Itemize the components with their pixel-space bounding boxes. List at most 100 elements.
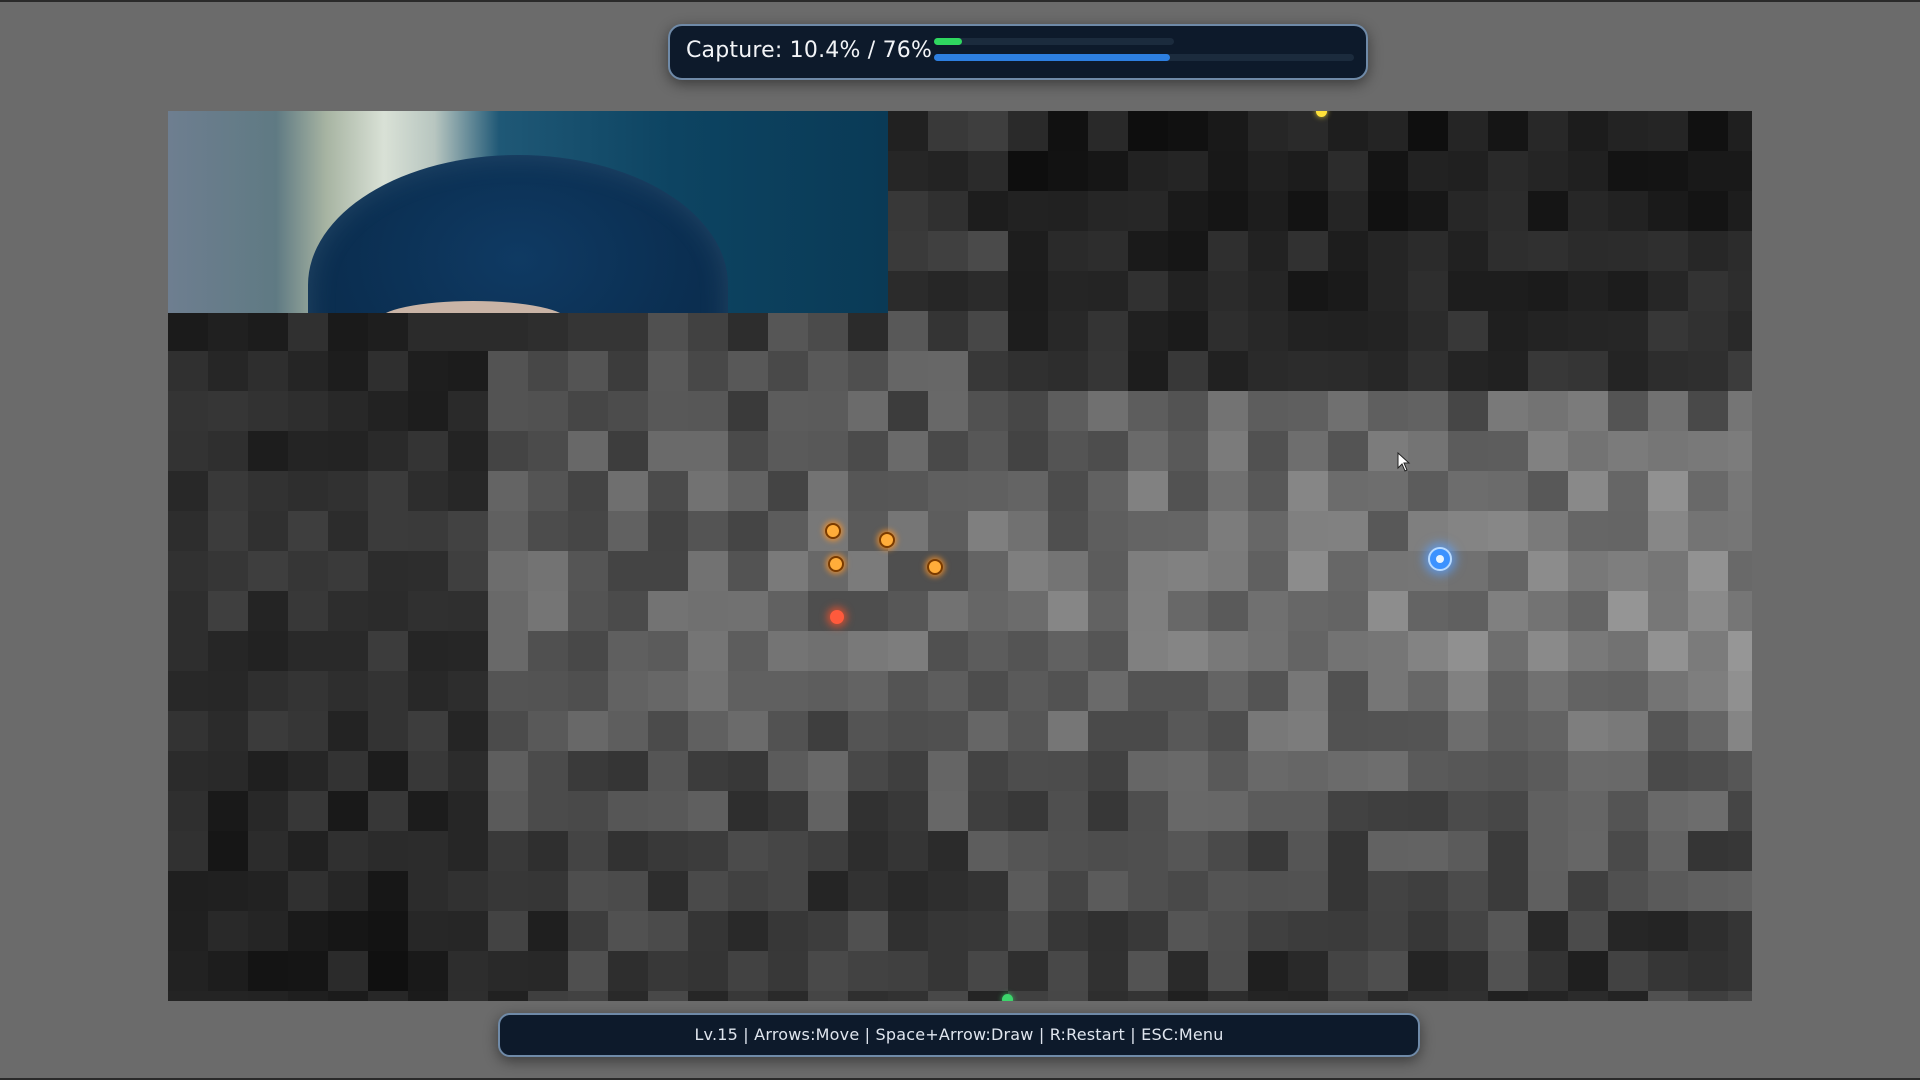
hidden-pixel-tile (1248, 751, 1288, 791)
hidden-pixel-tile (208, 391, 248, 431)
hidden-pixel-tile (888, 591, 928, 631)
hidden-pixel-tile (1448, 871, 1488, 911)
hidden-pixel-tile (1248, 591, 1288, 631)
hidden-pixel-tile (1568, 351, 1608, 391)
hidden-pixel-tile (1328, 791, 1368, 831)
hidden-pixel-tile (1128, 551, 1168, 591)
hidden-pixel-tile (328, 431, 368, 471)
hidden-pixel-tile (1088, 791, 1128, 831)
hidden-pixel-tile (328, 791, 368, 831)
hidden-pixel-tile (1648, 631, 1688, 671)
hidden-pixel-tile (1728, 191, 1752, 231)
hidden-pixel-tile (648, 831, 688, 871)
hidden-pixel-tile (1608, 471, 1648, 511)
hidden-pixel-tile (328, 991, 368, 1001)
hidden-pixel-tile (1568, 511, 1608, 551)
hidden-pixel-tile (1728, 151, 1752, 191)
hidden-pixel-tile (968, 631, 1008, 671)
hidden-pixel-tile (168, 871, 208, 911)
hidden-pixel-tile (848, 711, 888, 751)
hidden-pixel-tile (1688, 431, 1728, 471)
hidden-pixel-tile (1608, 391, 1648, 431)
capture-progress-fill (934, 38, 962, 45)
hidden-pixel-tile (968, 111, 1008, 151)
hidden-pixel-tile (1448, 831, 1488, 871)
hidden-pixel-tile (808, 311, 848, 351)
hidden-pixel-tile (1248, 471, 1288, 511)
hidden-pixel-tile (1128, 751, 1168, 791)
hidden-pixel-tile (728, 311, 768, 351)
hidden-pixel-tile (688, 511, 728, 551)
hidden-pixel-tile (408, 551, 448, 591)
hidden-pixel-tile (288, 351, 328, 391)
hidden-pixel-tile (1248, 271, 1288, 311)
hidden-pixel-tile (1328, 351, 1368, 391)
hidden-pixel-tile (1648, 671, 1688, 711)
hidden-pixel-tile (1608, 271, 1648, 311)
hidden-pixel-tile (688, 551, 728, 591)
hidden-pixel-tile (1328, 111, 1368, 151)
hidden-pixel-tile (168, 551, 208, 591)
hidden-pixel-tile (1568, 831, 1608, 871)
hidden-pixel-tile (1248, 551, 1288, 591)
hidden-pixel-tile (1568, 631, 1608, 671)
hidden-pixel-tile (648, 431, 688, 471)
hidden-pixel-tile (1088, 711, 1128, 751)
hidden-pixel-tile (408, 471, 448, 511)
hidden-pixel-tile (1248, 391, 1288, 431)
hidden-pixel-tile (688, 391, 728, 431)
hidden-pixel-tile (448, 671, 488, 711)
game-field[interactable] (168, 111, 1752, 1001)
hidden-pixel-tile (408, 631, 448, 671)
hidden-pixel-tile (608, 951, 648, 991)
hidden-pixel-tile (1288, 631, 1328, 671)
hidden-pixel-tile (368, 911, 408, 951)
hidden-pixel-tile (1008, 231, 1048, 271)
hidden-pixel-tile (1328, 471, 1368, 511)
hidden-pixel-tile (888, 191, 928, 231)
hidden-pixel-tile (1168, 511, 1208, 551)
hidden-pixel-tile (1008, 871, 1048, 911)
hidden-pixel-tile (1528, 591, 1568, 631)
hidden-pixel-tile (1208, 591, 1248, 631)
hidden-pixel-tile (448, 351, 488, 391)
hidden-pixel-tile (928, 431, 968, 471)
hidden-pixel-tile (1728, 111, 1752, 151)
hidden-pixel-tile (288, 511, 328, 551)
hidden-pixel-tile (968, 831, 1008, 871)
hidden-pixel-tile (648, 631, 688, 671)
hidden-pixel-tile (608, 631, 648, 671)
hidden-pixel-tile (928, 951, 968, 991)
hidden-pixel-tile (1688, 991, 1728, 1001)
hidden-pixel-tile (1328, 271, 1368, 311)
hidden-pixel-tile (248, 831, 288, 871)
hidden-pixel-tile (1568, 591, 1608, 631)
hidden-pixel-tile (488, 711, 528, 751)
hidden-pixel-tile (608, 871, 648, 911)
hidden-pixel-tile (968, 391, 1008, 431)
hidden-pixel-tile (328, 351, 368, 391)
hidden-pixel-tile (488, 831, 528, 871)
hidden-pixel-tile (568, 591, 608, 631)
hidden-pixel-tile (888, 951, 928, 991)
hidden-pixel-tile (1208, 791, 1248, 831)
hidden-pixel-tile (368, 471, 408, 511)
hidden-pixel-tile (248, 951, 288, 991)
hidden-pixel-tile (1528, 871, 1568, 911)
hidden-pixel-tile (1648, 991, 1688, 1001)
hidden-pixel-tile (288, 551, 328, 591)
hidden-pixel-tile (368, 351, 408, 391)
hidden-pixel-tile (1368, 951, 1408, 991)
hidden-pixel-tile (1568, 951, 1608, 991)
hidden-pixel-tile (1648, 791, 1688, 831)
hidden-pixel-tile (1688, 631, 1728, 671)
hidden-pixel-tile (1328, 991, 1368, 1001)
hidden-pixel-tile (1168, 911, 1208, 951)
hidden-pixel-tile (1568, 231, 1608, 271)
hidden-pixel-tile (768, 351, 808, 391)
hidden-pixel-tile (1648, 591, 1688, 631)
hidden-pixel-tile (1728, 631, 1752, 671)
capture-hud: Capture: 10.4% / 76% (668, 24, 1368, 80)
hidden-pixel-tile (1528, 471, 1568, 511)
hidden-pixel-tile (1208, 271, 1248, 311)
